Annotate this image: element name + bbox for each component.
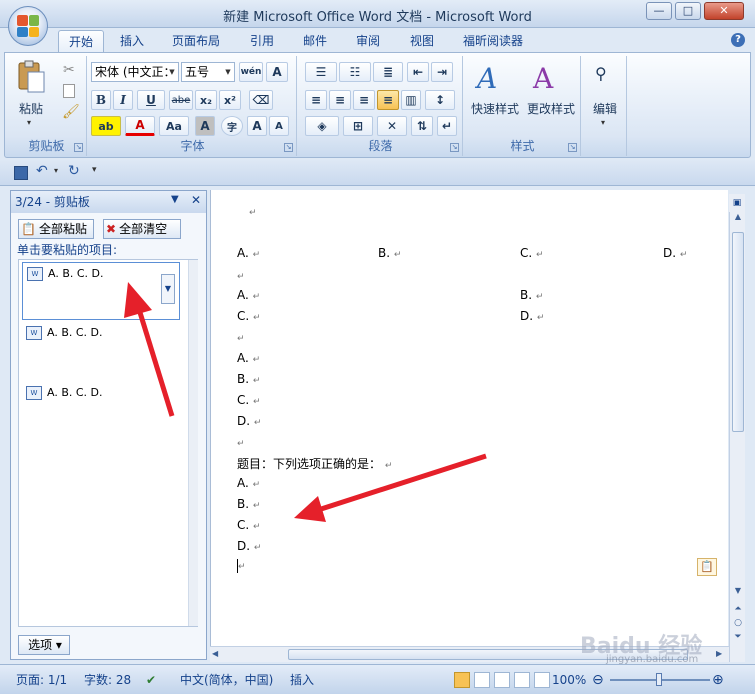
office-button[interactable] bbox=[8, 6, 48, 46]
annotation-arrow bbox=[124, 282, 175, 417]
annotation-arrow bbox=[294, 453, 487, 522]
office-logo-icon bbox=[17, 15, 39, 37]
annotation-arrows bbox=[124, 282, 487, 522]
